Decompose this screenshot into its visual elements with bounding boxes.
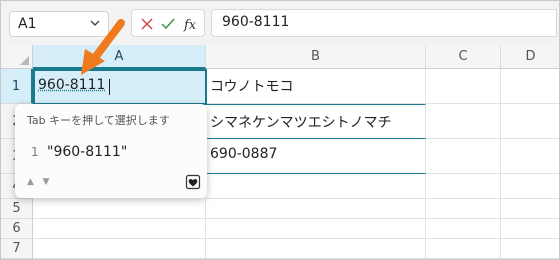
cell-c4[interactable] — [426, 174, 501, 199]
text-caret — [109, 79, 110, 95]
cell-b3[interactable]: 690-0887 — [206, 139, 426, 174]
cell-c6[interactable] — [426, 219, 501, 239]
row-header-7[interactable]: 7 — [1, 239, 33, 259]
row-header-1[interactable]: 1 — [1, 69, 33, 104]
autocomplete-hint: Tab キーを押して選択します — [27, 114, 170, 127]
cell-b7[interactable] — [206, 239, 426, 259]
autocomplete-item[interactable]: "960-8111" — [47, 144, 127, 160]
cell-d7[interactable] — [501, 239, 559, 259]
cell-b4[interactable] — [206, 174, 426, 199]
spreadsheet-window: A1 fx 960-8111 A B C D 1 2 3 4 5 6 7 — [0, 0, 560, 260]
name-box-value: A1 — [18, 16, 37, 32]
cell-d4[interactable] — [501, 174, 559, 199]
cell-a7[interactable] — [33, 239, 206, 259]
cell-c5[interactable] — [426, 199, 501, 219]
svg-text:fx: fx — [183, 18, 197, 33]
cell-c3[interactable] — [426, 139, 501, 174]
column-header-c[interactable]: C — [426, 45, 501, 69]
check-icon[interactable] — [159, 15, 177, 33]
cell-b1[interactable]: コウノトモコ — [206, 69, 426, 104]
cell-b6[interactable] — [206, 219, 426, 239]
cell-a5[interactable] — [33, 199, 206, 219]
cancel-icon[interactable] — [138, 15, 156, 33]
row-header-6[interactable]: 6 — [1, 219, 33, 239]
cell-d3[interactable] — [501, 139, 559, 174]
cell-d2[interactable] — [501, 104, 559, 139]
cell-d6[interactable] — [501, 219, 559, 239]
formula-input[interactable]: 960-8111 — [211, 9, 557, 37]
column-header-b[interactable]: B — [206, 45, 426, 69]
cell-c7[interactable] — [426, 239, 501, 259]
arrow-down-icon[interactable]: ▼ — [43, 177, 50, 187]
cell-b2[interactable]: シマネケンマツエシトノマチ — [206, 104, 426, 139]
autocomplete-item-index: 1 — [31, 145, 39, 159]
cell-b2-text: シマネケンマツエシトノマチ — [210, 115, 392, 131]
cell-b3-text: 690-0887 — [210, 146, 278, 162]
cell-d5[interactable] — [501, 199, 559, 219]
insert-function-icon[interactable]: fx — [182, 15, 200, 33]
orange-arrow-icon — [81, 19, 125, 75]
autocomplete-popup: Tab キーを押して選択します 1 "960-8111" ▲ ▼ — [15, 104, 207, 198]
select-all-corner[interactable] — [1, 45, 33, 69]
feedback-heart-icon[interactable] — [185, 174, 201, 190]
arrow-up-icon[interactable]: ▲ — [27, 177, 34, 187]
cell-b5[interactable] — [206, 199, 426, 219]
cell-c1[interactable] — [426, 69, 501, 104]
nav-arrows: ▲ ▼ — [27, 177, 49, 187]
cell-b1-text: コウノトモコ — [210, 79, 294, 95]
cell-a1-text: 960-8111 — [38, 77, 106, 93]
formula-value: 960-8111 — [222, 14, 290, 30]
cell-a6[interactable] — [33, 219, 206, 239]
row-header-5[interactable]: 5 — [1, 199, 33, 219]
corner-triangle — [20, 56, 29, 65]
formula-actions: fx — [131, 9, 205, 37]
cell-c2[interactable] — [426, 104, 501, 139]
cell-d1[interactable] — [501, 69, 559, 104]
column-header-d[interactable]: D — [501, 45, 559, 69]
